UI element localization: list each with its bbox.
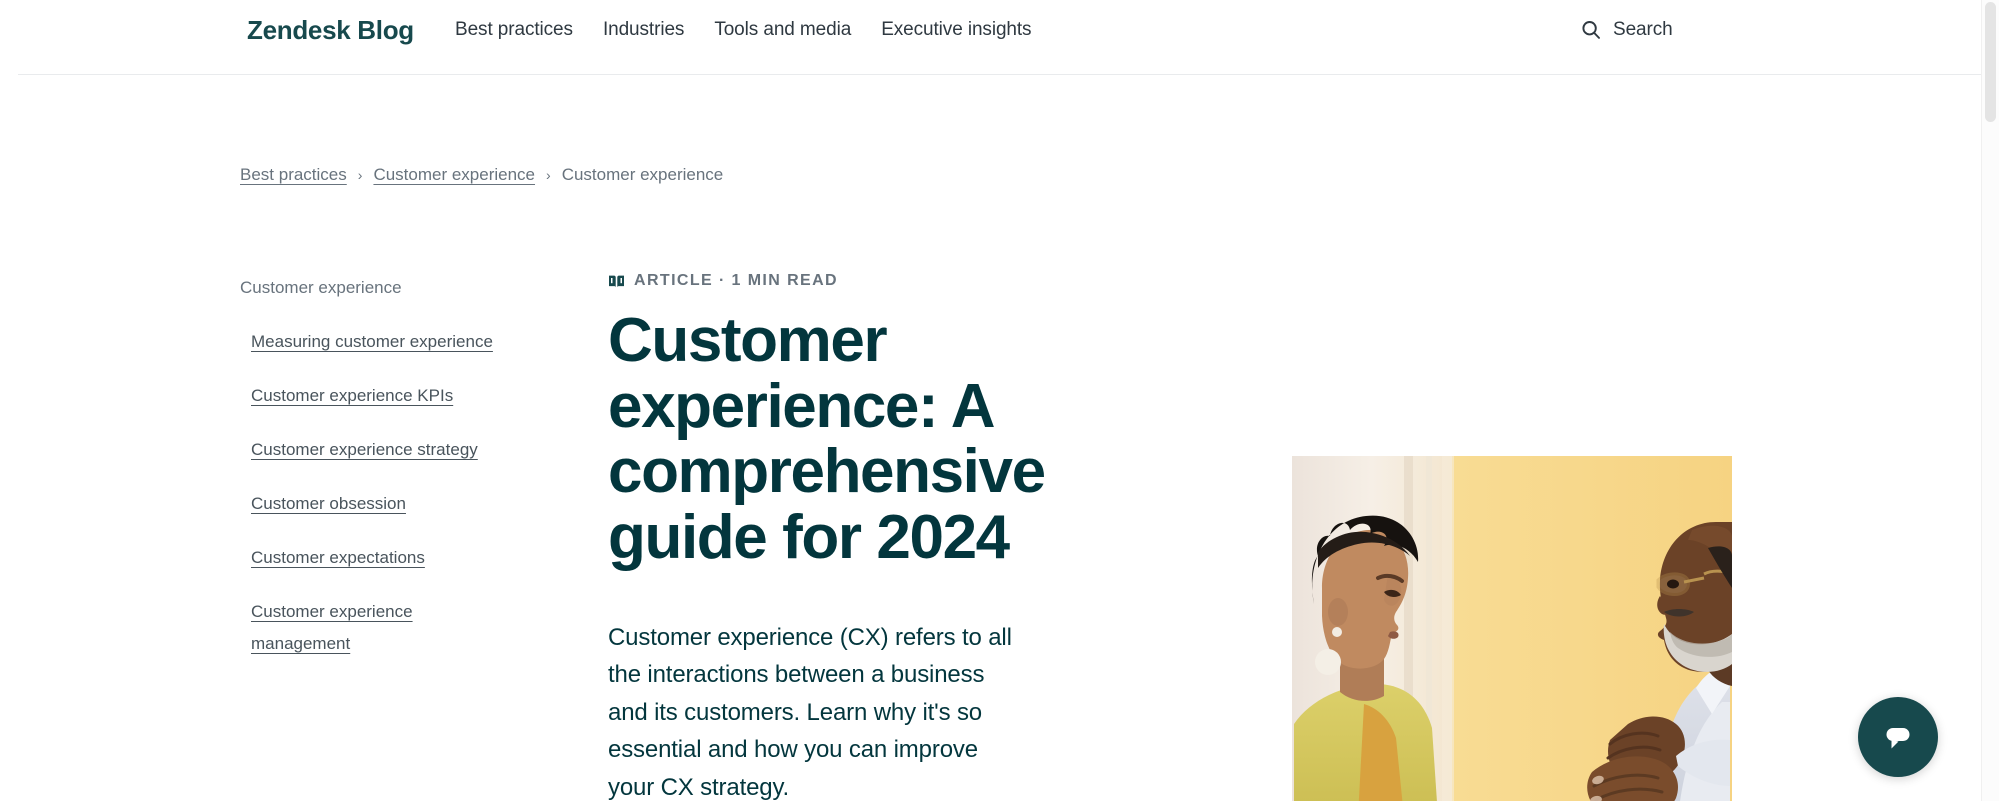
list-item: Customer experience management bbox=[251, 596, 510, 660]
chat-bubble-icon bbox=[1879, 718, 1917, 756]
scrollbar-thumb[interactable] bbox=[1985, 2, 1996, 122]
sidebar-item-measuring-customer-experience[interactable]: Measuring customer experience bbox=[251, 332, 493, 351]
article-meta: ARTICLE · 1 MIN READ bbox=[608, 272, 1138, 290]
book-icon bbox=[608, 274, 625, 289]
breadcrumb: Best practices › Customer experience › C… bbox=[240, 163, 723, 187]
sidebar-item-customer-obsession[interactable]: Customer obsession bbox=[251, 494, 406, 513]
sidebar-table-of-contents: Customer experience Measuring customer e… bbox=[240, 276, 510, 682]
sidebar-list: Measuring customer experience Customer e… bbox=[240, 326, 510, 660]
breadcrumb-item-best-practices[interactable]: Best practices bbox=[240, 163, 347, 187]
sidebar-item-customer-experience-kpis[interactable]: Customer experience KPIs bbox=[251, 386, 453, 405]
page-scrollbar[interactable] bbox=[1981, 0, 1999, 801]
hero-image-illustration bbox=[1292, 456, 1732, 801]
breadcrumb-separator-icon: › bbox=[546, 167, 551, 183]
page-root: Zendesk Blog Best practices Industries T… bbox=[0, 0, 1999, 801]
page-content: Best practices › Customer experience › C… bbox=[0, 0, 1999, 801]
list-item: Customer obsession bbox=[251, 488, 510, 520]
breadcrumb-item-current: Customer experience bbox=[561, 165, 724, 184]
chat-widget-button[interactable] bbox=[1858, 697, 1938, 777]
sidebar-item-customer-experience-strategy[interactable]: Customer experience strategy bbox=[251, 440, 478, 459]
breadcrumb-separator-icon: › bbox=[357, 167, 363, 183]
sidebar-title: Customer experience bbox=[240, 278, 402, 297]
sidebar-item-customer-expectations[interactable]: Customer expectations bbox=[251, 548, 425, 567]
list-item: Customer expectations bbox=[251, 542, 510, 574]
article-meta-text: ARTICLE · 1 MIN READ bbox=[634, 272, 838, 289]
list-item: Customer experience KPIs bbox=[251, 380, 510, 412]
sidebar-item-customer-experience-management[interactable]: Customer experience management bbox=[251, 602, 413, 653]
article-hero: ARTICLE · 1 MIN READ Customer experience… bbox=[608, 272, 1138, 801]
article-description: Customer experience (CX) refers to all t… bbox=[608, 623, 1012, 801]
page-title: Customer experience: A comprehensive gui… bbox=[608, 306, 1046, 573]
hero-image bbox=[1292, 456, 1732, 801]
breadcrumb-item-customer-experience[interactable]: Customer experience bbox=[373, 163, 535, 187]
list-item: Customer experience strategy bbox=[251, 434, 510, 466]
list-item: Measuring customer experience bbox=[251, 326, 510, 358]
